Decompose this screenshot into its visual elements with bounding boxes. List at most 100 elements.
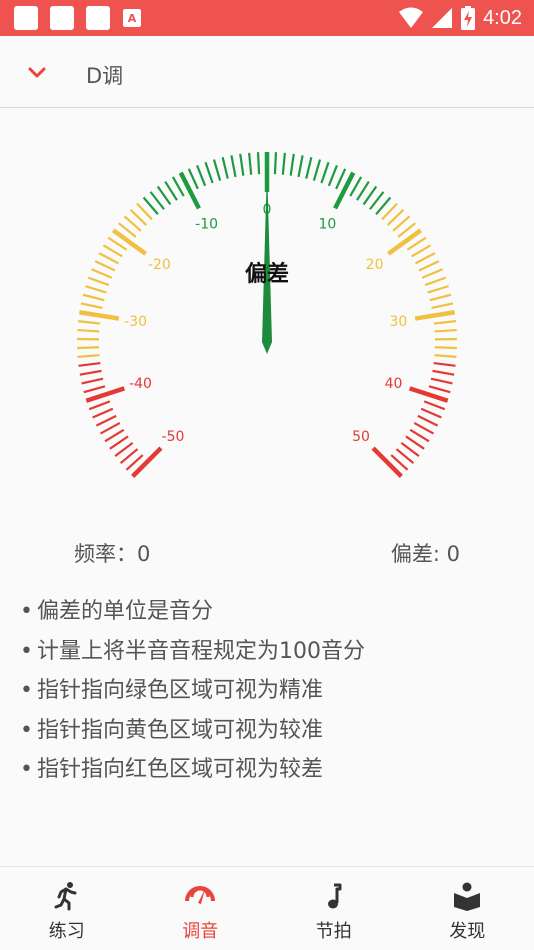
gauge-minor-tick [434,328,457,333]
deviation-readout: 偏差: 0 [390,542,460,566]
gauge-minor-tick [77,354,100,359]
app-icon [86,6,110,30]
gauge-dial: -50-40-30-20-1001020304050 [77,152,457,478]
gauge-minor-tick [256,152,261,175]
note-item: • 指针指向黄色区域可视为较准 [20,717,324,743]
note-item: • 计量上将半音音程规定为100音分 [20,638,365,664]
gauge-minor-tick [196,164,207,187]
nav-item-discover[interactable]: 发现 [401,867,534,950]
gauge-minor-tick [102,244,123,258]
gauge-tick-label: 50 [352,429,370,445]
gauge-minor-tick [429,293,452,302]
signal-icon [432,8,453,28]
gauge-minor-tick [88,400,111,411]
notes-list: • 偏差的单位是音分 • 计量上将半音音程规定为100音分 • 指针指向绿色区域可视为… [20,596,365,794]
gauge-tick-label: 40 [385,376,403,392]
running-person-icon [54,882,77,911]
gauge-minor-tick [297,155,304,178]
gauge-minor-tick [431,302,454,310]
reading-book-icon [454,882,481,911]
gauge-minor-tick [221,156,229,179]
gauge-minor-tick [433,361,456,367]
gauge-tick-label: 30 [389,314,407,330]
gauge-minor-tick [433,320,456,325]
note-item: • 偏差的单位是音分 [20,599,214,624]
gauge-minor-tick [417,414,439,427]
status-bar: A 4:02 [0,0,534,36]
gauge-tick-label: 10 [318,216,336,232]
gauge-minor-tick [82,293,105,302]
gauge-minor-tick [423,400,446,411]
gauge-minor-tick [79,369,102,376]
svg-text:A: A [128,12,137,25]
gauge-minor-tick [320,161,330,184]
music-note-icon [327,883,342,909]
note-item: • 指针指向红色区域可视为较差 [20,757,324,782]
gauge-minor-tick [305,156,313,179]
key-title[interactable]: D调 [86,60,123,90]
gauge-minor-tick [356,180,370,201]
gauge-minor-tick [409,428,430,443]
nav-label: 练习 [48,921,85,942]
gauge-minor-tick [413,421,435,435]
bottom-navigation: 练习 调音 节拍 发现 [0,866,534,950]
gauge-minor-tick [187,168,199,190]
gauge-minor-tick [92,407,114,419]
nav-label: 调音 [182,921,219,942]
gauge-minor-tick [430,377,453,385]
gauge-tick-label: -50 [162,429,185,445]
note-item: • 指针指向绿色区域可视为精准 [20,678,324,703]
gauge-minor-tick [109,435,129,450]
gauge-minor-tick [281,152,286,175]
frequency-readout: 频率：0 [74,542,151,566]
gauge-minor-tick [78,320,101,325]
nav-item-practice[interactable]: 练习 [0,867,134,950]
gauge-major-tick [414,310,456,321]
gauge-minor-tick [239,153,245,176]
gauge-minor-tick [81,377,104,385]
gauge-minor-tick [411,244,432,258]
gauge-minor-tick [77,328,100,333]
gauge-label: 偏差 [244,262,289,287]
gauge-minor-tick [99,421,121,435]
gauge-minor-tick [104,428,125,443]
nav-label: 发现 [449,921,486,942]
gauge-major-tick [387,228,423,256]
gauge-minor-tick [204,161,214,184]
clock: 4:02 [483,6,522,29]
gauge-major-tick [78,310,120,321]
gauge-minor-tick [420,407,442,419]
gauge-major-tick [333,171,356,210]
gauge-tick-label: -40 [129,376,152,392]
collapse-button[interactable] [20,58,54,88]
chevron-down-icon [28,67,46,78]
nav-item-metronome[interactable]: 节拍 [267,867,401,950]
tuner-gauge: -50-40-30-20-1001020304050 偏差 [0,110,534,520]
gauge-major-tick [371,446,403,478]
gauge-tick-label: -10 [195,216,218,232]
gauge-minor-tick [405,435,425,450]
notification-icon: A [123,9,141,27]
nav-item-tuner[interactable]: 调音 [134,867,268,950]
gauge-minor-tick [83,385,106,394]
gauge-minor-tick [289,153,295,176]
battery-charging-icon [461,6,476,30]
top-bar: D调 [0,36,534,108]
gauge-minor-tick [77,346,100,350]
gauge-minor-tick [428,385,451,394]
gauge-tick-label: -30 [124,314,147,330]
app-icon [50,6,74,30]
gauge-minor-tick [327,164,338,187]
gauge-minor-tick [78,361,101,367]
gauge-minor-tick [432,369,455,376]
tuner-gauge-icon [185,886,216,904]
gauge-minor-tick [273,152,278,175]
gauge-minor-tick [434,354,457,359]
gauge-minor-tick [248,152,253,175]
nav-label: 节拍 [315,921,352,942]
app-icon [14,6,38,30]
gauge-minor-tick [80,302,103,310]
gauge-major-tick [111,228,147,256]
gauge-minor-tick [312,159,322,181]
gauge-minor-tick [230,155,237,178]
